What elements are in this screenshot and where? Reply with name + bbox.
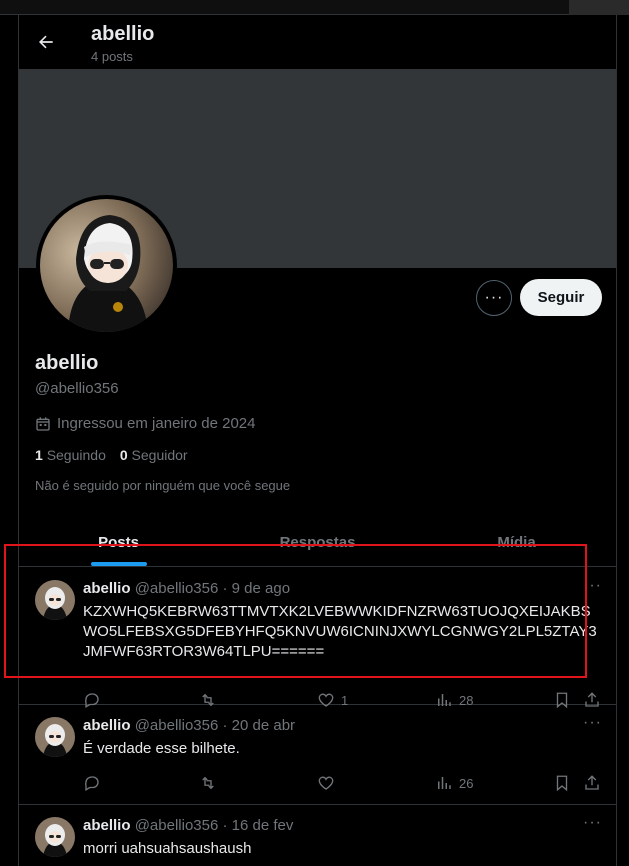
joined-date: Ingressou em janeiro de 2024	[35, 415, 255, 432]
profile-handle: @abellio356	[35, 380, 119, 397]
bookmark-icon	[553, 774, 571, 792]
post-author-handle[interactable]: @abellio356	[135, 580, 219, 597]
tab-replies[interactable]: Respostas	[218, 518, 417, 566]
reply-icon	[83, 774, 101, 792]
back-arrow-icon	[36, 32, 56, 52]
followers-link[interactable]: 0 Seguidor	[120, 447, 188, 463]
post-text: KZXWHQ5KEBRW63TTMVTXK2LVEBWWKIDFNZRW63TU…	[83, 603, 597, 660]
post-more-button[interactable]: ···	[583, 714, 602, 732]
post-separator: ·	[222, 817, 228, 834]
more-options-button[interactable]: ···	[476, 280, 512, 316]
post-separator: ·	[222, 717, 228, 734]
header-title: abellio	[91, 23, 155, 45]
retweet-icon	[199, 774, 217, 792]
tab-posts[interactable]: Posts	[19, 518, 218, 566]
profile-header: abellio 4 posts	[19, 15, 616, 69]
tab-posts-label: Posts	[98, 533, 139, 551]
profile-avatar[interactable]	[36, 195, 177, 336]
post-item[interactable]: abellio @abellio356 · 16 de fev ··· morr…	[19, 805, 616, 866]
post-text: É verdade esse bilhete.	[83, 740, 240, 757]
not-followed-note: Não é seguido por ninguém que você segue	[35, 478, 291, 493]
post-avatar[interactable]	[35, 817, 75, 857]
following-count: 1	[35, 447, 43, 463]
post-more-button[interactable]: ···	[583, 814, 602, 832]
post-author-name[interactable]: abellio	[83, 580, 131, 597]
post-author-handle[interactable]: @abellio356	[135, 717, 219, 734]
more-icon: ···	[583, 814, 602, 831]
share-button[interactable]	[583, 773, 601, 793]
like-icon	[317, 774, 335, 792]
post-text: morri uahsuahsaushaush	[83, 840, 252, 857]
tab-media-label: Mídia	[497, 533, 536, 551]
post-meta: abellio @abellio356 · 16 de fev	[83, 817, 293, 834]
post-meta: abellio @abellio356 · 9 de ago	[83, 580, 290, 597]
post-actions: 26	[83, 773, 603, 793]
followers-count: 0	[119, 447, 128, 463]
post-date[interactable]: 16 de fev	[232, 817, 294, 834]
followers-label: Seguidor	[131, 447, 188, 463]
post-item[interactable]: abellio @abellio356 · 9 de ago ··· KZXWH…	[19, 568, 616, 709]
views-button[interactable]: 26	[435, 773, 473, 793]
joined-text: Ingressou em janeiro de 2024	[57, 415, 256, 432]
profile-name: abellio	[35, 352, 99, 374]
post-more-button[interactable]: ···	[583, 577, 602, 595]
share-icon	[583, 774, 601, 792]
profile-column: abellio 4 posts ··· Seguir abellio @abel…	[18, 15, 617, 866]
post-author-name[interactable]: abellio	[83, 817, 131, 834]
bookmark-button[interactable]	[553, 773, 571, 793]
post-author-handle[interactable]: @abellio356	[135, 817, 219, 834]
retweet-button[interactable]	[199, 773, 217, 793]
post-avatar[interactable]	[35, 717, 75, 757]
follow-stats: 1 Seguindo 0 Seguidor	[35, 447, 188, 463]
browser-top-strip	[569, 0, 629, 15]
browser-top-bar	[0, 0, 629, 15]
tab-media[interactable]: Mídia	[417, 518, 616, 566]
more-icon: ···	[583, 577, 602, 594]
more-icon: ···	[583, 714, 602, 731]
post-avatar[interactable]	[35, 580, 75, 620]
more-icon: ···	[484, 289, 504, 306]
views-icon	[435, 774, 453, 792]
following-link[interactable]: 1 Seguindo	[35, 447, 106, 463]
post-item[interactable]: abellio @abellio356 · 20 de abr ··· É ve…	[19, 705, 616, 805]
post-author-name[interactable]: abellio	[83, 717, 131, 734]
post-date[interactable]: 9 de ago	[232, 580, 290, 597]
following-label: Seguindo	[46, 447, 106, 463]
reply-button[interactable]	[83, 773, 101, 793]
follow-button[interactable]: Seguir	[520, 279, 602, 316]
post-separator: ·	[222, 580, 228, 597]
tab-replies-label: Respostas	[279, 533, 356, 551]
header-post-count: 4 posts	[91, 49, 133, 64]
active-tab-indicator	[90, 562, 147, 566]
post-date[interactable]: 20 de abr	[232, 717, 295, 734]
back-button[interactable]	[31, 27, 61, 57]
profile-tabs: Posts Respostas Mídia	[19, 518, 616, 567]
views-count: 26	[459, 775, 474, 791]
post-meta: abellio @abellio356 · 20 de abr	[83, 717, 295, 734]
calendar-icon	[35, 416, 51, 432]
like-button[interactable]	[317, 773, 341, 793]
